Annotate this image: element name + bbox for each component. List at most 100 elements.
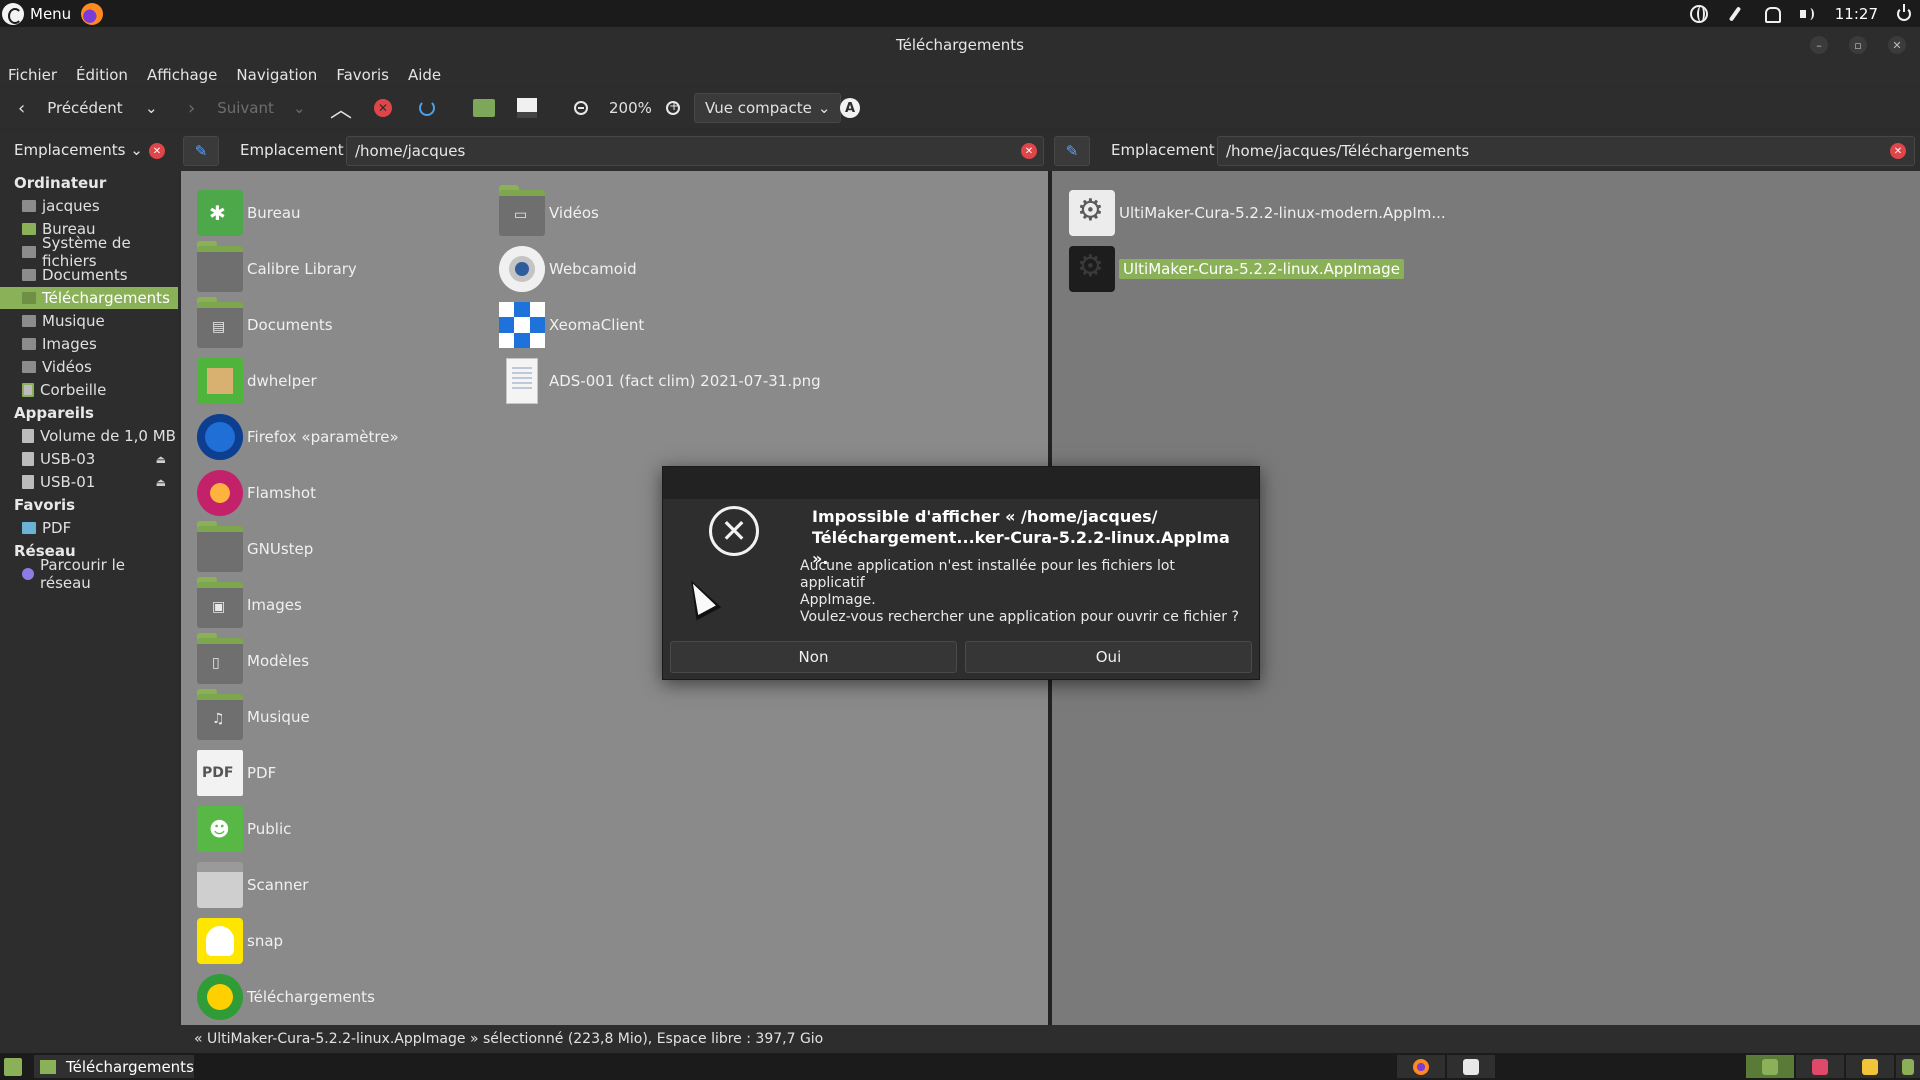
menu-edition[interactable]: Édition [76,66,128,84]
sidebar-item-images[interactable]: Images [0,333,178,355]
file-item-calibre[interactable]: Calibre Library [197,241,357,294]
left-location-path: /home/jacques [355,142,466,160]
taskbar-firefox[interactable] [1397,1055,1445,1078]
forward-history-dropdown[interactable]: ⌄ [293,88,306,128]
file-item-cura-modern[interactable]: UltiMaker-Cura-5.2.2-linux-modern.AppIm.… [1069,188,1446,238]
sidebar-item-label: PDF [42,519,72,537]
file-item-modeles[interactable]: ▯ Modèles [197,633,309,686]
back-history-dropdown[interactable]: ⌄ [145,88,158,128]
file-item-cura-appimage[interactable]: UltiMaker-Cura-5.2.2-linux.AppImage [1069,244,1404,294]
zoom-out-button[interactable] [574,88,588,128]
clear-left-location-icon[interactable]: ✕ [1021,143,1037,159]
menu-fichier[interactable]: Fichier [8,66,57,84]
sidebar-item-musique[interactable]: Musique [0,310,178,332]
file-item-musique[interactable]: ♫ Musique [197,689,310,742]
file-item-dwhelper[interactable]: dwhelper [197,356,317,406]
menu-button[interactable]: Menu [0,0,71,27]
sidebar-item-volume[interactable]: Volume de 1,0 MB [0,425,178,447]
terminal-button[interactable] [517,88,537,128]
eject-icon[interactable]: ⏏ [156,453,166,466]
file-item-images[interactable]: ▣ Images [197,577,302,630]
menubar: Fichier Édition Affichage Navigation Fav… [0,63,1920,87]
file-item-label: Documents [247,316,333,334]
file-item-flamshot[interactable]: Flamshot [197,468,316,518]
zoom-level[interactable]: 200% [609,88,652,128]
file-item-documents[interactable]: ▤ Documents [197,297,333,350]
taskbar-notes[interactable] [1846,1055,1894,1078]
sidebar-item-jacques[interactable]: jacques [0,195,178,217]
sound-icon[interactable] [1798,5,1816,23]
globe-icon[interactable] [1689,4,1708,23]
sidebar-item-telechargements[interactable]: Téléchargements [0,287,178,309]
file-item-telechargements[interactable]: Téléchargements [197,972,375,1022]
file-item-gnustep[interactable]: GNUstep [197,521,313,574]
clear-right-location-icon[interactable]: ✕ [1890,143,1906,159]
view-mode-select[interactable]: Vue compacte ⌄ [694,88,842,128]
window-titlebar[interactable]: Téléchargements – ▫ ✕ [0,27,1920,63]
file-item-videos[interactable]: ▭ Vidéos [499,185,599,238]
taskbar-files[interactable] [1447,1055,1495,1078]
sidebar-item-browse-network[interactable]: Parcourir le réseau [0,556,178,592]
sidebar-item-videos[interactable]: Vidéos [0,356,178,378]
clock[interactable]: 11:27 [1835,5,1878,23]
file-item-webcamoid[interactable]: Webcamoid [499,244,637,294]
taskbar-sheet[interactable] [1746,1055,1794,1078]
chevron-down-icon: ⌄ [145,99,158,117]
toolbar: ‹ Précédent ⌄ › Suivant ⌄ ︿ ✕ 200% Vue c… [0,88,1920,128]
bell-icon[interactable] [1762,5,1781,23]
up-button[interactable]: ︿ [330,88,352,128]
new-folder-button[interactable] [473,88,495,128]
file-item-firefox[interactable]: Firefox «paramètre» [197,412,399,462]
menu-label: Menu [30,4,72,23]
toggle-location-entry-button-right[interactable]: ✎ [1054,136,1090,166]
sidebar-item-usb-03[interactable]: USB-03 ⏏ [0,448,178,470]
file-item-bureau[interactable]: ✱ Bureau [197,188,301,238]
back-button[interactable]: ‹ Précédent [18,88,123,128]
menu-aide[interactable]: Aide [408,66,441,84]
dialog-header[interactable] [663,467,1259,499]
maximize-button[interactable]: ▫ [1849,36,1867,54]
reload-button[interactable] [419,88,435,128]
menu-favoris[interactable]: Favoris [336,66,389,84]
close-sidebar-icon[interactable]: ✕ [149,143,165,159]
forward-label: Suivant [217,99,274,117]
sidebar-item-filesystem[interactable]: Système de fichiers [0,234,178,270]
menu-navigation[interactable]: Navigation [236,66,317,84]
file-item-xeomaclient[interactable]: XeomaClient [499,300,644,350]
menu-affichage[interactable]: Affichage [147,66,217,84]
public-folder-icon: ☻ [197,806,243,852]
power-icon[interactable] [1897,3,1911,21]
zoom-in-button[interactable] [666,88,680,128]
sidebar-item-documents[interactable]: Documents [0,264,178,286]
link-icon[interactable] [1726,5,1744,23]
toggle-location-entry-button[interactable]: ✎ [183,136,219,166]
left-location-input[interactable]: /home/jacques [346,136,1044,166]
sidebar-item-usb-01[interactable]: USB-01 ⏏ [0,471,178,493]
taskbar-app-red[interactable] [1796,1055,1844,1078]
file-item-snap[interactable]: snap [197,916,283,966]
no-button[interactable]: Non [670,641,957,673]
sidebar-item-pdf[interactable]: PDF [0,517,178,539]
search-button[interactable]: A [840,88,860,128]
eject-icon[interactable]: ⏏ [156,476,166,489]
sidebar-item-label: Documents [42,266,128,284]
close-window-button[interactable]: ✕ [1888,36,1906,54]
downloads-folder-icon [197,974,243,1020]
file-item-pdf[interactable]: PDF [197,748,276,798]
top-panel: Menu 11:27 [0,0,1920,27]
file-item-public[interactable]: ☻ Public [197,804,291,854]
file-item-ads-png[interactable]: ADS-001 (fact clim) 2021-07-31.png [499,356,821,406]
sidebar-header-dropdown[interactable]: Emplacements ⌄ [14,141,143,159]
taskbar-window-telechargements[interactable]: Téléchargements [34,1055,194,1078]
desktop-folder-icon: ✱ [197,190,243,236]
yes-button[interactable]: Oui [965,641,1252,673]
firefox-launcher-icon[interactable] [81,2,104,25]
forward-button[interactable]: › Suivant [188,88,274,128]
stop-button[interactable]: ✕ [374,88,392,128]
taskbar-tray-extra[interactable] [1896,1055,1920,1078]
minimize-button[interactable]: – [1810,36,1828,54]
show-desktop-icon[interactable] [4,1058,22,1076]
sidebar-item-corbeille[interactable]: Corbeille [0,379,178,401]
right-location-input[interactable]: /home/jacques/Téléchargements [1217,136,1915,166]
file-item-scanner[interactable]: Scanner [197,860,308,910]
